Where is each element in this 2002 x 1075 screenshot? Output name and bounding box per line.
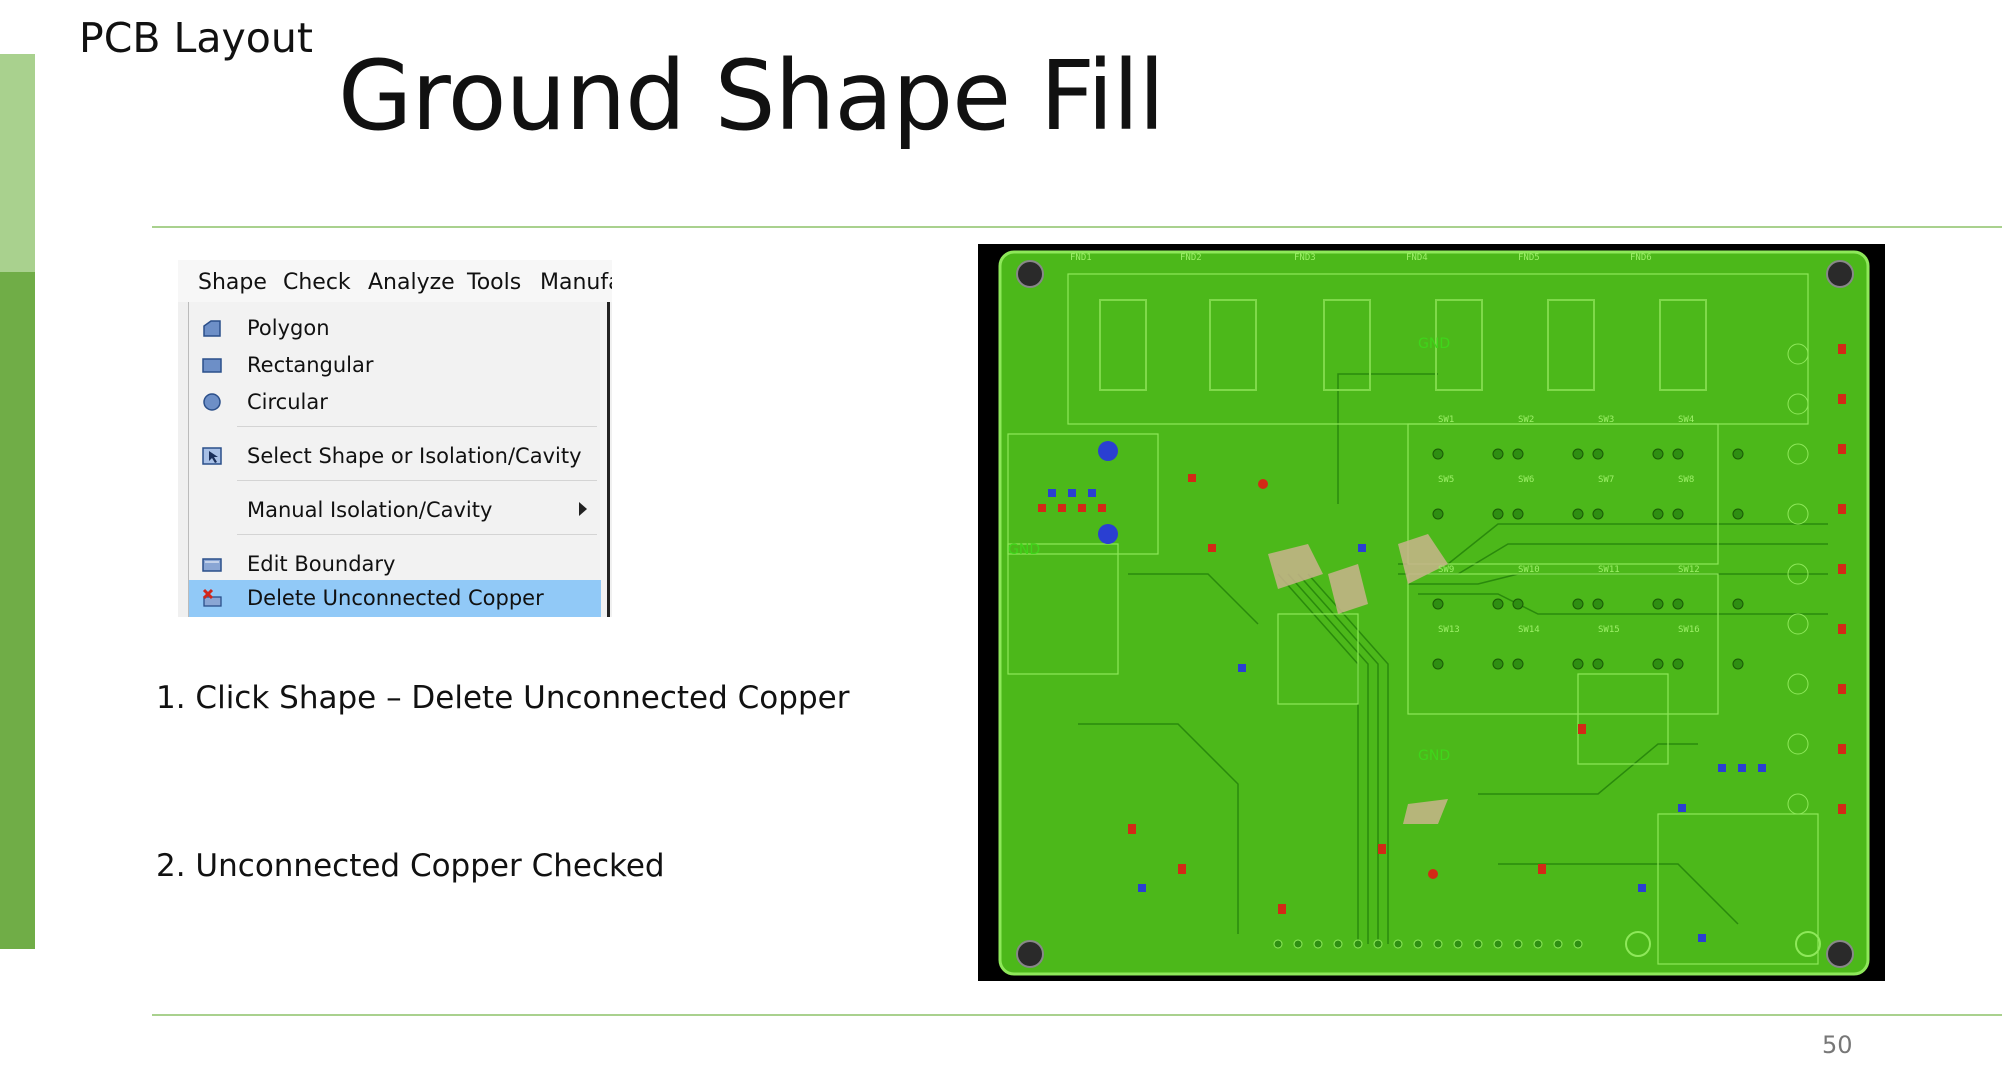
- pcb-label-sw: SW1: [1438, 415, 1454, 425]
- menu-item-polygon[interactable]: Polygon: [189, 310, 601, 346]
- menu-screenshot: Shape Check Analyze Tools Manufa Polygon…: [178, 260, 612, 617]
- menu-item-delete-unconnected-copper[interactable]: Delete Unconnected Copper: [189, 580, 601, 617]
- pcb-label-sw: SW5: [1438, 475, 1454, 485]
- pcb-label-fnd5: FND5: [1518, 253, 1540, 263]
- pcb-label-fnd6: FND6: [1630, 253, 1652, 263]
- circle-icon: [203, 393, 221, 411]
- accent-bar-dark: [0, 272, 35, 949]
- pcb-label-sw: SW3: [1598, 415, 1614, 425]
- pcb-label-fnd1: FND1: [1070, 253, 1092, 263]
- menu-separator: [237, 426, 597, 427]
- pcb-label-fnd3: FND3: [1294, 253, 1316, 263]
- slide-title: Ground Shape Fill: [338, 40, 1165, 152]
- pcb-label-sw: SW7: [1598, 475, 1614, 485]
- pcb-board: [998, 250, 1870, 976]
- page-number: 50: [1822, 1031, 1853, 1059]
- menu-check[interactable]: Check: [283, 270, 351, 295]
- polygon-icon: [203, 320, 221, 337]
- pcb-label-sw: SW12: [1678, 565, 1700, 575]
- pcb-net-label-gnd: GND: [1008, 542, 1040, 558]
- rectangle-icon: [202, 358, 222, 373]
- pcb-label-fnd2: FND2: [1180, 253, 1202, 263]
- pcb-canvas: FND1 FND2 FND3 FND4 FND5 FND6 SW1 SW2 SW…: [978, 244, 1885, 981]
- menu-shape[interactable]: Shape: [198, 270, 267, 295]
- menu-item-manual-isolation[interactable]: Manual Isolation/Cavity: [189, 492, 601, 528]
- menu-item-rectangular[interactable]: Rectangular: [189, 347, 601, 383]
- pcb-label-sw: SW15: [1598, 625, 1620, 635]
- pcb-label-sw: SW2: [1518, 415, 1534, 425]
- pcb-label-sw: SW9: [1438, 565, 1454, 575]
- menubar: Shape Check Analyze Tools Manufa: [178, 260, 612, 302]
- menu-separator: [237, 534, 597, 535]
- select-shape-icon: [202, 447, 222, 465]
- accent-bar-light: [0, 54, 35, 272]
- menu-separator: [237, 480, 597, 481]
- pcb-net-label-gnd: GND: [1418, 336, 1450, 352]
- menu-analyze[interactable]: Analyze: [368, 270, 455, 295]
- pcb-label-sw: SW16: [1678, 625, 1700, 635]
- step-2-text: 2. Unconnected Copper Checked: [156, 848, 665, 884]
- pcb-label-sw: SW4: [1678, 415, 1694, 425]
- edit-boundary-icon: [202, 558, 222, 572]
- submenu-arrow-icon: [579, 502, 587, 516]
- pcb-layout-screenshot: FND1 FND2 FND3 FND4 FND5 FND6 SW1 SW2 SW…: [978, 244, 1885, 981]
- delete-copper-icon: [202, 588, 222, 607]
- bottom-divider: [152, 1014, 2002, 1016]
- step-1-text: 1. Click Shape – Delete Unconnected Copp…: [156, 680, 850, 716]
- menu-manufacture[interactable]: Manufa: [540, 270, 612, 295]
- pcb-label-sw: SW6: [1518, 475, 1534, 485]
- pcb-label-sw: SW10: [1518, 565, 1540, 575]
- menu-item-select-shape[interactable]: Select Shape or Isolation/Cavity: [189, 438, 601, 474]
- top-divider: [152, 226, 2002, 228]
- section-label: PCB Layout: [79, 14, 313, 62]
- menu-item-circular[interactable]: Circular: [189, 384, 601, 420]
- pcb-label-sw: SW13: [1438, 625, 1460, 635]
- pcb-label-sw: SW8: [1678, 475, 1694, 485]
- shape-dropdown: Polygon Rectangular Circular Select Shap…: [188, 302, 610, 617]
- menu-tools[interactable]: Tools: [467, 270, 521, 295]
- pcb-label-fnd4: FND4: [1406, 253, 1428, 263]
- pcb-label-sw: SW14: [1518, 625, 1540, 635]
- menu-item-edit-boundary[interactable]: Edit Boundary: [189, 546, 601, 582]
- pcb-net-label-gnd: GND: [1418, 748, 1450, 764]
- pcb-label-sw: SW11: [1598, 565, 1620, 575]
